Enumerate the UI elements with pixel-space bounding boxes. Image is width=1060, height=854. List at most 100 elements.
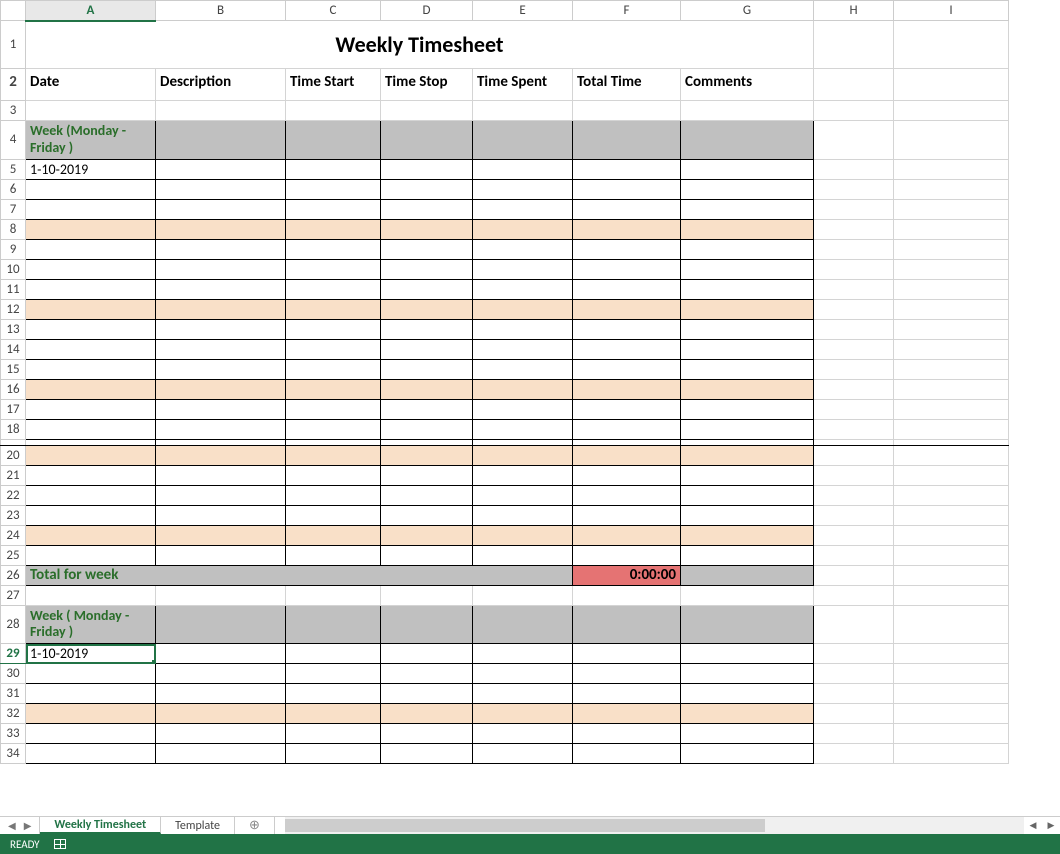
cell[interactable] bbox=[473, 684, 573, 704]
cell[interactable] bbox=[286, 239, 381, 259]
cell[interactable] bbox=[381, 199, 473, 219]
cell[interactable] bbox=[573, 525, 681, 545]
cell[interactable] bbox=[381, 644, 473, 664]
cell[interactable] bbox=[381, 419, 473, 439]
row-header[interactable]: 16 bbox=[1, 379, 26, 399]
row-header[interactable]: 24 bbox=[1, 525, 26, 545]
cell[interactable] bbox=[573, 299, 681, 319]
cell[interactable] bbox=[286, 199, 381, 219]
cell[interactable] bbox=[681, 379, 814, 399]
cell[interactable] bbox=[156, 259, 286, 279]
cell[interactable] bbox=[156, 279, 286, 299]
cell[interactable] bbox=[286, 465, 381, 485]
cell[interactable] bbox=[286, 159, 381, 179]
cell[interactable] bbox=[26, 664, 156, 684]
cell[interactable] bbox=[814, 505, 894, 525]
cell[interactable] bbox=[573, 664, 681, 684]
cell[interactable] bbox=[473, 605, 573, 644]
cell[interactable] bbox=[814, 299, 894, 319]
cell[interactable] bbox=[286, 445, 381, 465]
cell[interactable] bbox=[681, 485, 814, 505]
cell[interactable] bbox=[156, 704, 286, 724]
cell[interactable] bbox=[681, 465, 814, 485]
cell[interactable] bbox=[814, 684, 894, 704]
cell[interactable] bbox=[681, 744, 814, 764]
cell[interactable] bbox=[381, 724, 473, 744]
cell[interactable] bbox=[894, 505, 1009, 525]
cell[interactable] bbox=[814, 69, 894, 101]
total-label[interactable]: Total for week bbox=[26, 565, 573, 585]
cell[interactable] bbox=[156, 485, 286, 505]
row-header[interactable]: 33 bbox=[1, 724, 26, 744]
hscroll-track[interactable] bbox=[285, 817, 1024, 834]
row-header[interactable]: 6 bbox=[1, 179, 26, 199]
cell[interactable] bbox=[681, 585, 814, 605]
cell[interactable] bbox=[26, 279, 156, 299]
header-time-stop[interactable]: Time Stop bbox=[381, 69, 473, 101]
cell[interactable] bbox=[814, 199, 894, 219]
row-header[interactable]: 30 bbox=[1, 664, 26, 684]
cell[interactable] bbox=[681, 299, 814, 319]
cell[interactable] bbox=[814, 565, 894, 585]
cell[interactable] bbox=[573, 465, 681, 485]
cell[interactable] bbox=[573, 704, 681, 724]
cell[interactable] bbox=[26, 379, 156, 399]
cell[interactable] bbox=[381, 101, 473, 121]
cell[interactable] bbox=[894, 644, 1009, 664]
cell[interactable] bbox=[381, 744, 473, 764]
cell[interactable] bbox=[473, 724, 573, 744]
col-header-F[interactable]: F bbox=[573, 1, 681, 21]
cell[interactable] bbox=[156, 399, 286, 419]
row-header[interactable]: 28 bbox=[1, 605, 26, 644]
sheet-title[interactable]: Weekly Timesheet bbox=[26, 21, 814, 69]
cell[interactable] bbox=[894, 704, 1009, 724]
cell[interactable] bbox=[573, 199, 681, 219]
cell[interactable] bbox=[286, 339, 381, 359]
cell[interactable] bbox=[573, 399, 681, 419]
cell[interactable] bbox=[894, 359, 1009, 379]
cell[interactable] bbox=[381, 319, 473, 339]
cell[interactable] bbox=[894, 339, 1009, 359]
cell[interactable] bbox=[681, 259, 814, 279]
cell[interactable] bbox=[473, 485, 573, 505]
cell[interactable] bbox=[26, 704, 156, 724]
cell[interactable] bbox=[26, 724, 156, 744]
cell[interactable] bbox=[286, 219, 381, 239]
row-header[interactable]: 25 bbox=[1, 545, 26, 565]
cell[interactable] bbox=[286, 505, 381, 525]
cell[interactable] bbox=[814, 644, 894, 664]
cell[interactable] bbox=[894, 525, 1009, 545]
cell[interactable] bbox=[681, 179, 814, 199]
row-header[interactable]: 34 bbox=[1, 744, 26, 764]
cell[interactable] bbox=[894, 179, 1009, 199]
cell[interactable] bbox=[473, 239, 573, 259]
cell[interactable] bbox=[26, 419, 156, 439]
row-header[interactable]: 13 bbox=[1, 319, 26, 339]
cell[interactable] bbox=[473, 465, 573, 485]
cell[interactable] bbox=[573, 485, 681, 505]
cell[interactable] bbox=[814, 585, 894, 605]
row-header[interactable]: 21 bbox=[1, 465, 26, 485]
cell[interactable] bbox=[26, 239, 156, 259]
cell[interactable] bbox=[573, 319, 681, 339]
cell[interactable] bbox=[573, 359, 681, 379]
cell[interactable] bbox=[286, 545, 381, 565]
cell[interactable] bbox=[681, 605, 814, 644]
cell[interactable] bbox=[894, 419, 1009, 439]
cell[interactable] bbox=[26, 585, 156, 605]
cell[interactable] bbox=[681, 704, 814, 724]
cell[interactable] bbox=[573, 279, 681, 299]
cell[interactable] bbox=[894, 199, 1009, 219]
cell[interactable] bbox=[286, 525, 381, 545]
cell[interactable] bbox=[381, 485, 473, 505]
header-total-time[interactable]: Total Time bbox=[573, 69, 681, 101]
col-header-I[interactable]: I bbox=[894, 1, 1009, 21]
cell[interactable] bbox=[473, 121, 573, 160]
row-header[interactable]: 2 bbox=[1, 69, 26, 101]
cell[interactable] bbox=[894, 21, 1009, 69]
cell[interactable] bbox=[473, 359, 573, 379]
add-sheet-button[interactable]: ⊕ bbox=[235, 817, 275, 834]
cell[interactable] bbox=[156, 239, 286, 259]
cell[interactable] bbox=[473, 545, 573, 565]
cell[interactable] bbox=[681, 279, 814, 299]
